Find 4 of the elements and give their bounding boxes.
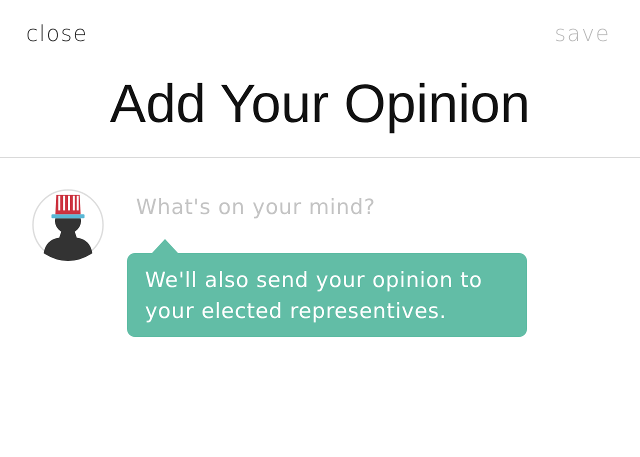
page-title: Add Your Opinion xyxy=(108,73,532,135)
close-button[interactable]: close xyxy=(26,22,88,47)
avatar-icon xyxy=(32,189,104,261)
tooltip-text: We'll also send your opinion to your elected representives. xyxy=(145,268,482,323)
